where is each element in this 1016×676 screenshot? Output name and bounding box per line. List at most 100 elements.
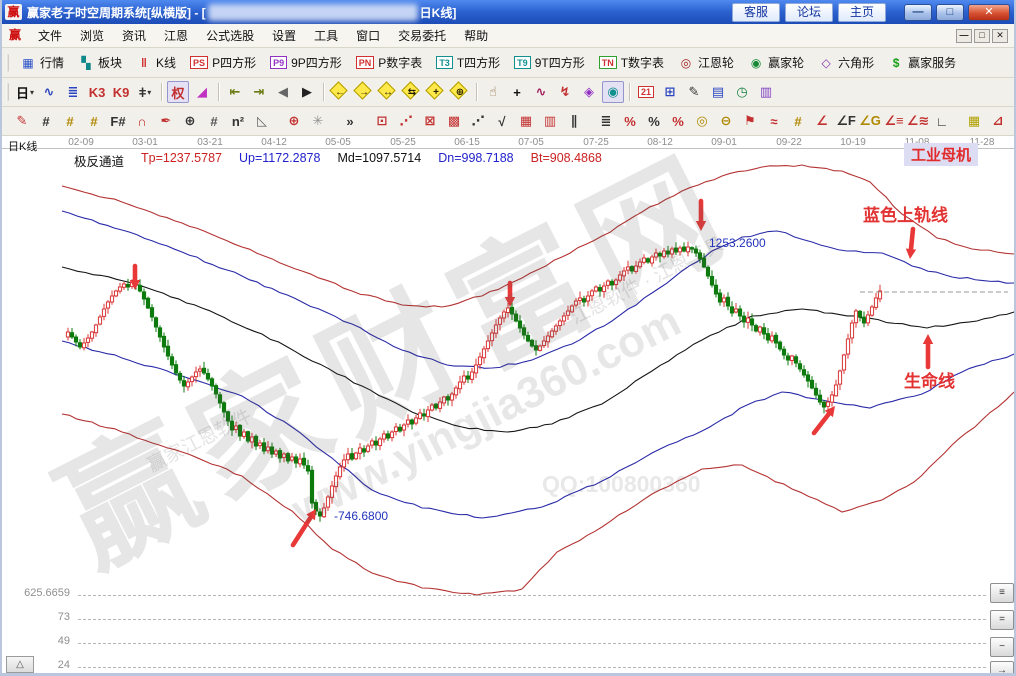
restore-button[interactable]: □ — [936, 4, 964, 21]
golden-line-icon[interactable]: ⊖ — [715, 110, 737, 132]
mdi-minimize-button[interactable]: — — [956, 29, 972, 43]
next-bar-icon[interactable]: ▶ — [296, 81, 318, 103]
hand-drag-icon[interactable]: ☝ — [482, 81, 504, 103]
autosave-icon[interactable]: ◷ — [731, 81, 753, 103]
menu-item-设置[interactable]: 设置 — [263, 24, 305, 47]
toolbar-overflow-chevron[interactable]: » — [339, 110, 361, 132]
pane-expand-button[interactable]: → — [990, 661, 1014, 676]
fib-angle-icon[interactable]: ∠F — [835, 110, 857, 132]
intraday-chart-icon[interactable]: ∿ — [38, 81, 60, 103]
t-number-button[interactable]: TNT数字表 — [592, 52, 671, 73]
menu-item-工具[interactable]: 工具 — [305, 24, 347, 47]
menu-item-文件[interactable]: 文件 — [29, 24, 71, 47]
grid-tool-icon[interactable]: ▦ — [515, 110, 537, 132]
golden-grid2-icon[interactable]: # — [83, 110, 105, 132]
kline-9day-icon[interactable]: K9 — [110, 81, 132, 103]
price-count-icon[interactable]: ≣ — [595, 110, 617, 132]
kline-button[interactable]: ‖K线 — [129, 52, 183, 73]
titlebar-button-主页[interactable]: 主页 — [838, 3, 886, 22]
grid-tool2-icon[interactable]: ▥ — [539, 110, 561, 132]
box-diagonal-icon[interactable]: ⊠ — [419, 110, 441, 132]
mdi-close-button[interactable]: ✕ — [992, 29, 1008, 43]
diamond-pan-left-icon[interactable]: ← — [329, 81, 351, 103]
menu-item-江恩[interactable]: 江恩 — [155, 24, 197, 47]
rect-tool-icon[interactable]: ⊡ — [371, 110, 393, 132]
brain-tool-icon[interactable]: ◉ — [602, 81, 624, 103]
trend-chart-icon[interactable]: ⊿ — [987, 110, 1009, 132]
calendar-icon[interactable]: 21 — [635, 81, 657, 103]
taiji-icon[interactable]: ☯ — [1011, 110, 1016, 132]
measure-icon[interactable]: ∿ — [530, 81, 552, 103]
menu-item-窗口[interactable]: 窗口 — [347, 24, 389, 47]
right-angle-icon[interactable]: ∟ — [931, 110, 953, 132]
volume-chart-icon[interactable]: ◢ — [191, 81, 213, 103]
pct-icon[interactable]: % — [643, 110, 665, 132]
quotes-button[interactable]: ▦行情 — [13, 52, 71, 73]
golden-hash-icon[interactable]: # — [787, 110, 809, 132]
prev-bar-icon[interactable]: ◀ — [272, 81, 294, 103]
fan-lines-icon[interactable]: ⋰ — [395, 110, 417, 132]
gann-wheel-button[interactable]: ◎江恩轮 — [671, 52, 741, 73]
t9-square-button[interactable]: T99T四方形 — [507, 52, 592, 73]
p-number-button[interactable]: PNP数字表 — [349, 52, 430, 73]
star-grid-icon[interactable]: ✳ — [307, 110, 329, 132]
square-of-nine-icon[interactable]: n² — [227, 110, 249, 132]
box-hatch-icon[interactable]: ▩ — [443, 110, 465, 132]
menu-item-资讯[interactable]: 资讯 — [113, 24, 155, 47]
sub-pane-toggle-button[interactable]: △ — [6, 656, 34, 673]
menu-item-交易委托[interactable]: 交易委托 — [389, 24, 455, 47]
pct-line-icon[interactable]: % — [667, 110, 689, 132]
line-grid-icon[interactable]: # — [203, 110, 225, 132]
pane-layout-one-button[interactable]: − — [990, 637, 1014, 657]
golden-grid-icon[interactable]: # — [59, 110, 81, 132]
diamond-zoom-all-icon[interactable]: + — [425, 81, 447, 103]
crosshair-icon[interactable]: + — [506, 81, 528, 103]
pane-layout-two-button[interactable]: = — [990, 610, 1014, 630]
grid-yellow-icon[interactable]: ▦ — [963, 110, 985, 132]
export-icon[interactable]: ▥ — [755, 81, 777, 103]
fan-lines-black-icon[interactable]: ⋰ — [467, 110, 489, 132]
titlebar-button-客服[interactable]: 客服 — [732, 3, 780, 22]
golden-angle-icon[interactable]: ∠G — [859, 110, 881, 132]
diamond-zoom-reset-icon[interactable]: ⊕ — [449, 81, 471, 103]
draw-pen-icon[interactable]: ✎ — [11, 110, 33, 132]
kline-3day-icon[interactable]: K3 — [86, 81, 108, 103]
t-square-button[interactable]: T3T四方形 — [429, 52, 507, 73]
knot-icon[interactable]: ◈ — [578, 81, 600, 103]
p-square-button[interactable]: PSP四方形 — [183, 52, 263, 73]
notes-icon[interactable]: ✎ — [683, 81, 705, 103]
first-page-icon[interactable]: ⇤ — [224, 81, 246, 103]
sectors-button[interactable]: ▚板块 — [71, 52, 129, 73]
save-icon[interactable]: ▤ — [707, 81, 729, 103]
exright-icon[interactable]: 权 — [167, 81, 189, 103]
flag-mark-icon[interactable]: ⚑ — [739, 110, 761, 132]
arc-tool-icon[interactable]: ∩ — [131, 110, 153, 132]
menu-item-公式选股[interactable]: 公式选股 — [197, 24, 263, 47]
angle-ruler-icon[interactable]: ◺ — [251, 110, 273, 132]
zigzag-icon[interactable]: √ — [491, 110, 513, 132]
single-candle-dropdown[interactable]: ǂ▾ — [134, 81, 156, 103]
winner-service-button[interactable]: $赢家服务 — [881, 52, 963, 73]
golden-circle-icon[interactable]: ◎ — [691, 110, 713, 132]
period-daily-dropdown[interactable]: 日▾ — [14, 81, 36, 103]
parallel-lines-icon[interactable]: ∥ — [563, 110, 585, 132]
circle-grid-icon[interactable]: ⊕ — [179, 110, 201, 132]
diamond-zoom-h-icon[interactable]: ↔ — [377, 81, 399, 103]
p9-square-button[interactable]: P99P四方形 — [263, 52, 349, 73]
calculator-icon[interactable]: ⊞ — [659, 81, 681, 103]
mdi-restore-button[interactable]: □ — [974, 29, 990, 43]
gann-target-icon[interactable]: ⊕ — [283, 110, 305, 132]
pct-retrace-icon[interactable]: % — [619, 110, 641, 132]
polyline-icon[interactable]: ↯ — [554, 81, 576, 103]
quote-list-icon[interactable]: ≣ — [62, 81, 84, 103]
fib-grid-icon[interactable]: F# — [107, 110, 129, 132]
close-button[interactable]: ✕ — [968, 4, 1010, 21]
speed-line2-icon[interactable]: ∠≋ — [907, 110, 929, 132]
gann-grid-icon[interactable]: # — [35, 110, 57, 132]
winner-wheel-button[interactable]: ◉赢家轮 — [741, 52, 811, 73]
pane-layout-three-button[interactable]: ≡ — [990, 583, 1014, 603]
speed-line-icon[interactable]: ∠≡ — [883, 110, 905, 132]
wave-hash-icon[interactable]: ≈ — [763, 110, 785, 132]
trend-angle-icon[interactable]: ∠ — [811, 110, 833, 132]
minimize-button[interactable]: — — [904, 4, 932, 21]
